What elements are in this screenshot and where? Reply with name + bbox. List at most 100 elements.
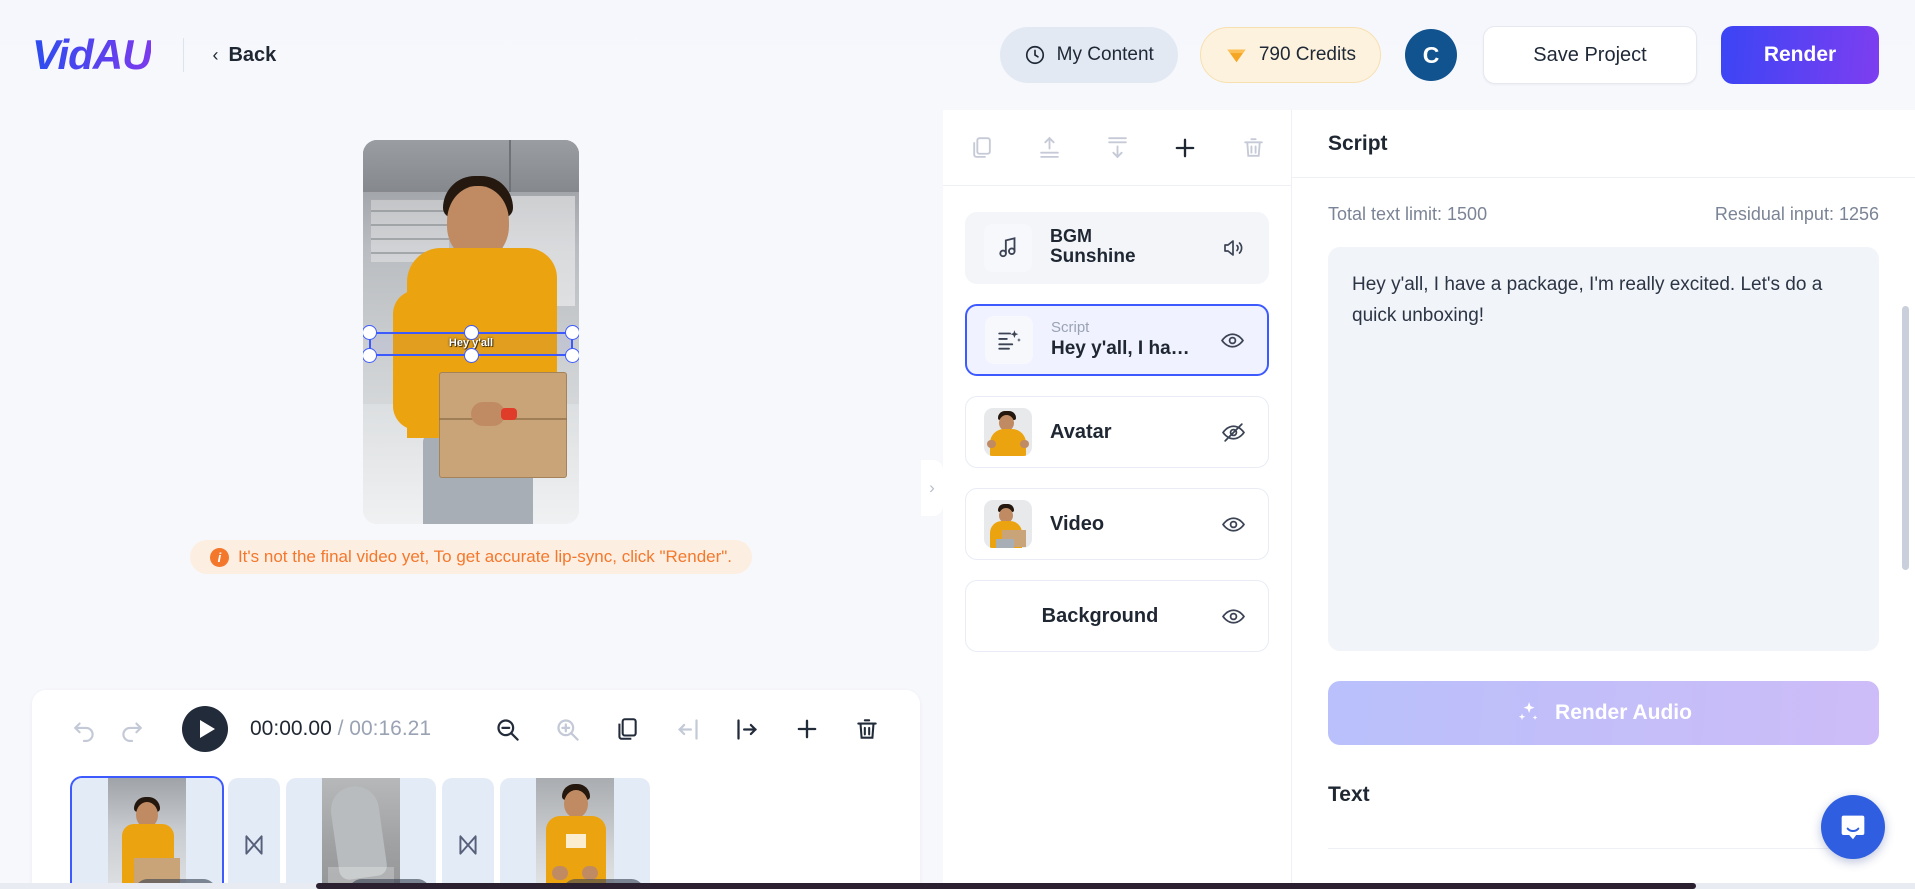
clip-thumbnail — [108, 778, 186, 889]
timeline-toolbar: 00:00.00 / 00:16.21 — [32, 690, 920, 768]
preview-red-accent — [501, 408, 517, 420]
split-right-button[interactable] — [724, 706, 770, 752]
layer-item-background[interactable]: Background — [965, 580, 1269, 652]
redo-button[interactable] — [108, 706, 154, 752]
my-content-label: My Content — [1057, 44, 1154, 66]
resize-handle-bottom-center[interactable] — [464, 348, 479, 363]
diamond-credits-icon — [1225, 45, 1248, 65]
app-root: VidAU ‹ Back My Content 790 Credits C S — [0, 0, 1915, 889]
preview-hand — [471, 402, 505, 426]
page-scrollbar-thumb[interactable] — [316, 883, 1696, 889]
layers-panel: BGM Sunshine — [943, 110, 1292, 889]
preview-stage: Hey y'all i It's not the final video yet… — [0, 110, 942, 580]
panel-scrollbar[interactable] — [1902, 306, 1909, 570]
render-audio-button[interactable]: Render Audio — [1328, 681, 1879, 745]
timeline-clip[interactable]: 00:07.37 — [286, 778, 436, 889]
script-input[interactable]: Hey y'all, I have a package, I'm really … — [1328, 247, 1879, 651]
properties-panel: Script Total text limit: 1500 Residual i… — [1292, 110, 1915, 889]
preview-arm — [393, 290, 441, 430]
add-layer-button[interactable] — [1165, 128, 1205, 168]
caption-selection-box[interactable]: Hey y'all — [369, 332, 573, 356]
layer-script-text: Script Hey y'all, I ha… — [1051, 319, 1215, 361]
preview-package-box — [439, 372, 567, 478]
zoom-out-button[interactable] — [484, 706, 530, 752]
layer-bgm-kind: BGM — [1050, 227, 1216, 245]
delete-clip-button[interactable] — [844, 706, 890, 752]
header-divider — [183, 38, 184, 72]
back-button[interactable]: ‹ Back — [212, 44, 276, 67]
avatar-thumbnail — [984, 408, 1032, 456]
zoom-in-button[interactable] — [544, 706, 590, 752]
vidau-logo[interactable]: VidAU — [32, 31, 151, 79]
layer-avatar-label: Avatar — [1050, 420, 1216, 444]
render-button[interactable]: Render — [1721, 26, 1879, 84]
credits-button[interactable]: 790 Credits — [1200, 27, 1381, 83]
notice-text: It's not the final video yet, To get acc… — [238, 547, 732, 567]
clip-thumbnail — [322, 778, 400, 889]
eye-icon[interactable] — [1216, 512, 1250, 537]
resize-handle-bottom-left[interactable] — [363, 348, 377, 363]
layer-video-text: Video — [1050, 512, 1216, 536]
layer-item-script[interactable]: Script Hey y'all, I ha… — [965, 304, 1269, 376]
eye-off-icon[interactable] — [1216, 420, 1250, 445]
layer-bgm-text: BGM Sunshine — [1050, 227, 1216, 269]
script-limits: Total text limit: 1500 Residual input: 1… — [1292, 178, 1915, 225]
layer-list: BGM Sunshine — [943, 186, 1291, 652]
timeline-panel: 00:00.00 / 00:16.21 — [32, 690, 920, 889]
resize-handle-top-center[interactable] — [464, 325, 479, 340]
chevron-right-icon: › — [929, 478, 935, 498]
eye-icon[interactable] — [1215, 328, 1249, 353]
section-divider — [1328, 848, 1879, 849]
layer-item-avatar[interactable]: Avatar — [965, 396, 1269, 468]
total-text-limit: Total text limit: 1500 — [1328, 204, 1487, 225]
credits-label: 790 Credits — [1259, 44, 1356, 66]
residual-input: Residual input: 1256 — [1715, 204, 1879, 225]
layer-item-video[interactable]: Video — [965, 488, 1269, 560]
chat-bubble-icon[interactable] — [1821, 795, 1885, 859]
current-time: 00:00.00 — [250, 717, 332, 740]
layer-script-kind: Script — [1051, 319, 1215, 337]
user-avatar[interactable]: C — [1405, 29, 1457, 81]
split-left-button[interactable] — [664, 706, 710, 752]
transition-icon — [241, 832, 267, 858]
properties-header: Script — [1292, 110, 1915, 178]
total-time: 00:16.21 — [349, 717, 431, 740]
timeline-clip[interactable]: 00:04.36 — [72, 778, 222, 889]
copy-layer-button[interactable] — [961, 128, 1001, 168]
layer-item-bgm[interactable]: BGM Sunshine — [965, 212, 1269, 284]
play-icon — [200, 720, 215, 738]
send-backward-button[interactable] — [1097, 128, 1137, 168]
page-scrollbar-track — [0, 883, 1915, 889]
undo-button[interactable] — [62, 706, 108, 752]
delete-layer-button[interactable] — [1233, 128, 1273, 168]
play-button[interactable] — [182, 706, 228, 752]
render-audio-label: Render Audio — [1555, 701, 1692, 725]
panel-collapse-handle[interactable]: › — [921, 460, 943, 516]
video-preview[interactable]: Hey y'all — [363, 140, 579, 524]
editor-left-column: Hey y'all i It's not the final video yet… — [0, 110, 942, 889]
timeline-clip[interactable]: 00:04.49 — [500, 778, 650, 889]
my-content-button[interactable]: My Content — [1000, 27, 1178, 83]
clip-thumbnail — [536, 778, 614, 889]
clock-icon — [1024, 44, 1046, 66]
time-readout: 00:00.00 / 00:16.21 — [250, 717, 431, 741]
transition-button[interactable] — [442, 778, 494, 889]
layer-script-preview: Hey y'all, I ha… — [1051, 337, 1215, 361]
speaker-icon[interactable] — [1216, 236, 1250, 260]
info-icon: i — [210, 548, 229, 567]
save-project-button[interactable]: Save Project — [1483, 26, 1697, 84]
chevron-left-icon: ‹ — [212, 45, 218, 66]
layers-toolbar — [943, 110, 1291, 186]
duplicate-clip-button[interactable] — [604, 706, 650, 752]
add-clip-button[interactable] — [784, 706, 830, 752]
layer-background-label: Background — [984, 605, 1216, 628]
bring-forward-button[interactable] — [1029, 128, 1069, 168]
resize-handle-bottom-right[interactable] — [565, 348, 579, 363]
layer-bgm-track: Sunshine — [1050, 245, 1216, 269]
transition-button[interactable] — [228, 778, 280, 889]
resize-handle-top-right[interactable] — [565, 325, 579, 340]
eye-icon[interactable] — [1216, 604, 1250, 629]
back-label: Back — [228, 44, 276, 67]
app-header: VidAU ‹ Back My Content 790 Credits C S — [0, 0, 1915, 110]
sparkles-icon — [1515, 700, 1541, 726]
